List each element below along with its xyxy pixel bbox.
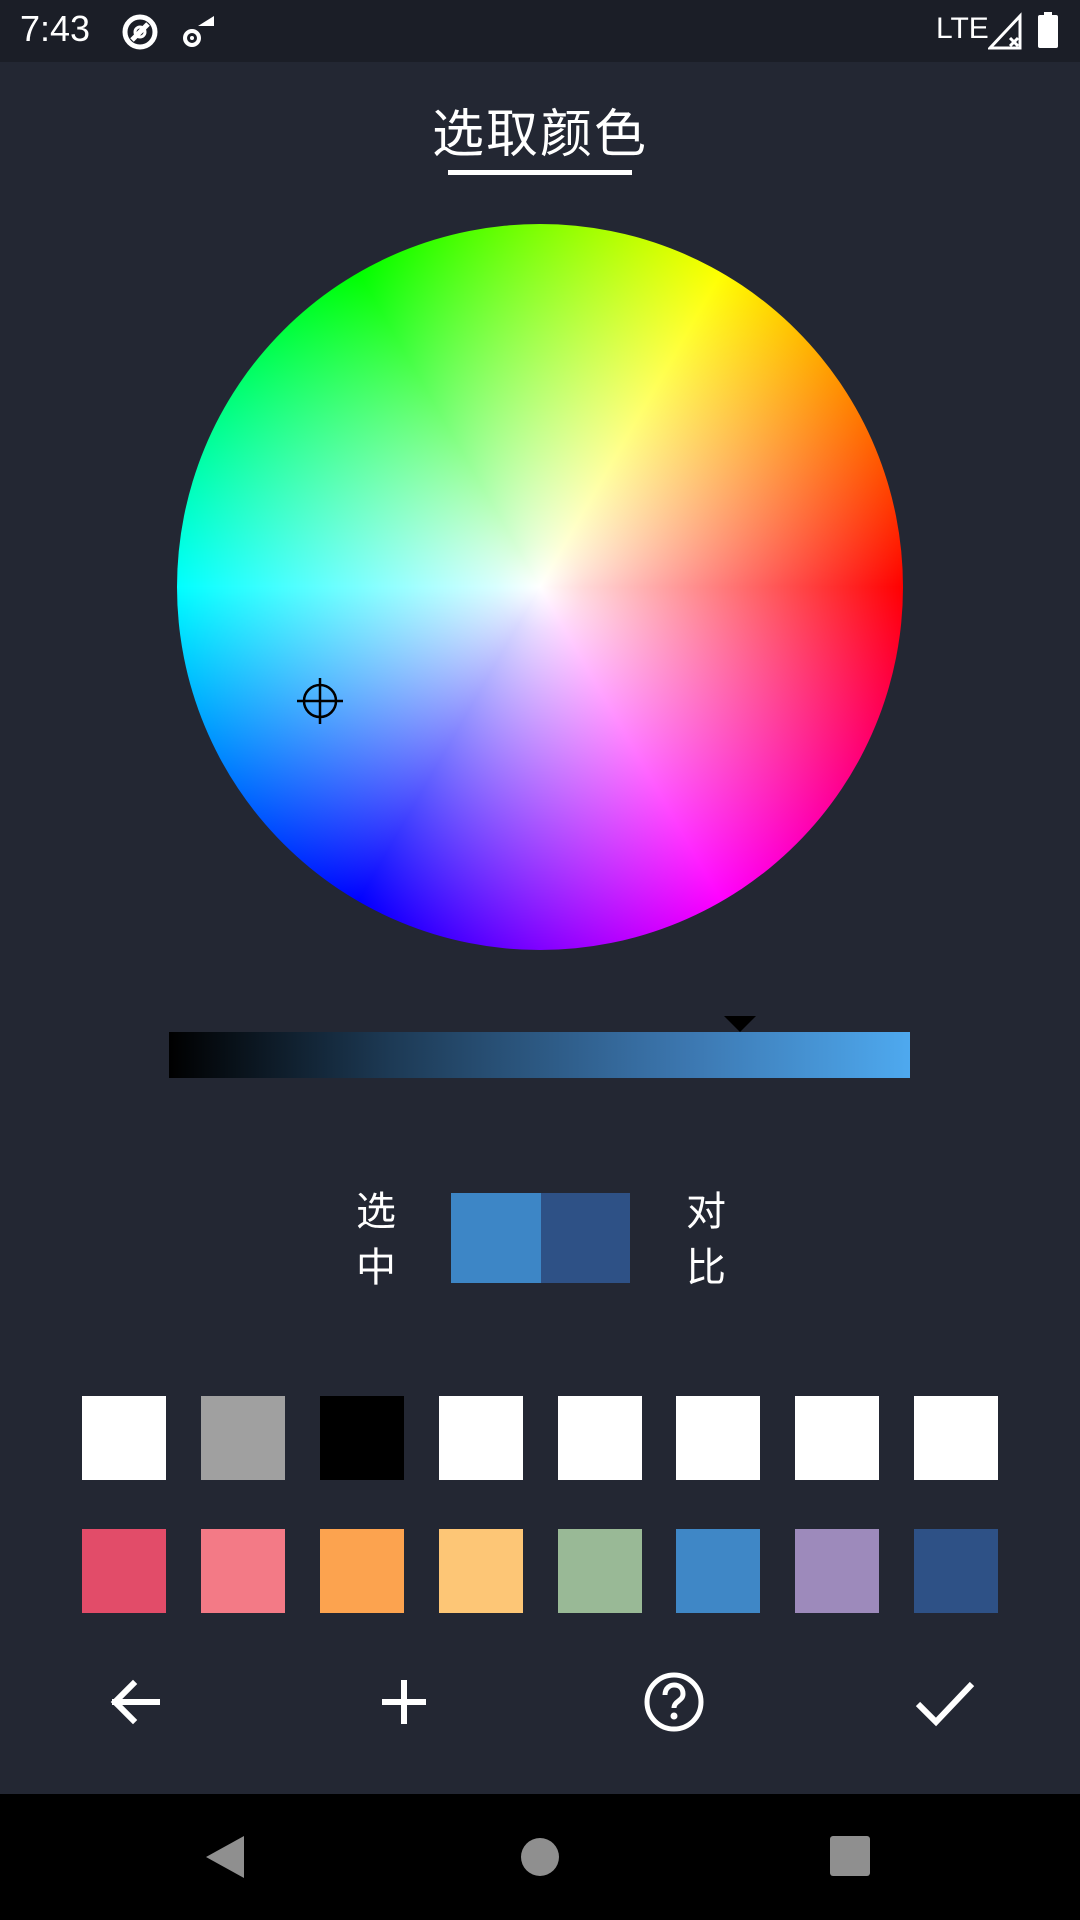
arrow-left-icon[interactable] <box>103 1670 167 1734</box>
back-triangle-icon[interactable] <box>204 1834 246 1880</box>
recents-square-icon[interactable] <box>830 1836 870 1876</box>
title-underline <box>448 170 632 175</box>
palette-swatch[interactable] <box>676 1529 760 1613</box>
compare-label-char-1: 对 <box>686 1189 726 1235</box>
network-type: LTE <box>936 12 989 45</box>
compare-label: 对 比 <box>682 1184 730 1296</box>
help-icon[interactable] <box>642 1670 706 1734</box>
battery-icon <box>1038 12 1058 48</box>
home-circle-icon[interactable] <box>520 1837 560 1877</box>
palette-swatch[interactable] <box>439 1529 523 1613</box>
selected-label-char-1: 选 <box>356 1189 396 1235</box>
data-saver-icon <box>122 14 158 50</box>
palette-swatch[interactable] <box>914 1529 998 1613</box>
palette-swatch[interactable] <box>82 1529 166 1613</box>
palette-swatch[interactable] <box>320 1529 404 1613</box>
status-bar: 7:43 LTE <box>0 0 1080 62</box>
check-icon[interactable] <box>912 1670 976 1734</box>
plus-icon[interactable] <box>372 1670 436 1734</box>
status-time: 7:43 <box>20 8 91 49</box>
palette-swatch[interactable] <box>914 1396 998 1480</box>
palette-swatch[interactable] <box>320 1396 404 1480</box>
system-nav-bar <box>0 1794 1080 1920</box>
value-slider[interactable] <box>169 1032 910 1078</box>
palette-swatch[interactable] <box>201 1529 285 1613</box>
color-wheel[interactable] <box>177 224 903 950</box>
selected-label-char-2: 中 <box>356 1245 396 1291</box>
crosshair-icon[interactable] <box>295 676 345 726</box>
selected-label: 选 中 <box>352 1184 400 1296</box>
compare-color-preview[interactable] <box>541 1193 630 1283</box>
palette-swatch[interactable] <box>439 1396 523 1480</box>
palette-swatch[interactable] <box>795 1529 879 1613</box>
palette-swatch[interactable] <box>795 1396 879 1480</box>
palette-swatch[interactable] <box>558 1396 642 1480</box>
signal-icon <box>988 12 1022 50</box>
palette-swatch[interactable] <box>201 1396 285 1480</box>
wifi-settings-icon <box>183 16 214 47</box>
palette-swatch[interactable] <box>676 1396 760 1480</box>
palette-swatch[interactable] <box>558 1529 642 1613</box>
selected-color-preview <box>451 1193 541 1283</box>
compare-label-char-2: 比 <box>686 1245 726 1291</box>
value-slider-thumb-icon[interactable] <box>723 1016 756 1032</box>
page-title: 选取颜色 <box>431 105 648 165</box>
palette-swatch[interactable] <box>82 1396 166 1480</box>
